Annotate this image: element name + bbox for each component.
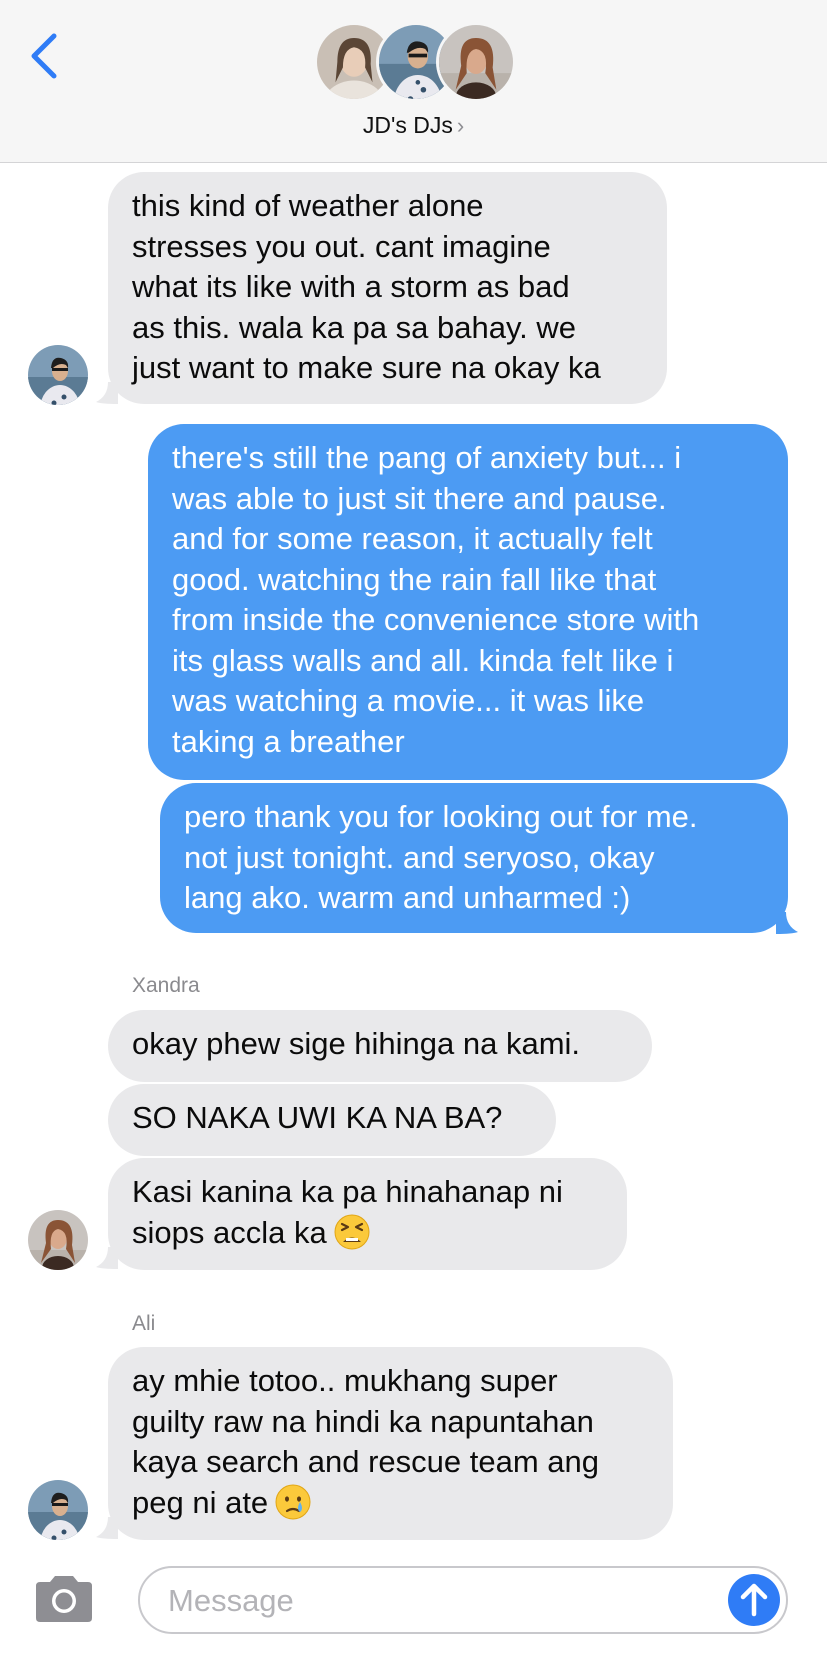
message-line: as this. wala ka pa sa bahay. we [132, 309, 577, 345]
avatar[interactable] [28, 1210, 88, 1270]
sender-name: Ali [132, 1312, 156, 1335]
message-line: ay mhie totoo.. mukhang super [132, 1363, 558, 1398]
camera-icon [36, 1576, 92, 1622]
message-line: there's still the pang of anxiety but...… [172, 440, 682, 475]
message-input-container [138, 1566, 788, 1634]
message-line: pero thank you for looking out for me. [184, 799, 698, 834]
message-bubble[interactable]: ay mhie totoo.. mukhang super guilty raw… [108, 1347, 673, 1540]
message-line: its glass walls and all. kinda felt like… [172, 642, 674, 678]
message-line: taking a breather [172, 723, 405, 759]
message-bubble[interactable]: okay phew sige hihinga na kami. [108, 1010, 652, 1082]
message-line: just want to make sure na okay ka [132, 350, 601, 385]
group-name-link[interactable]: JD's DJs › [0, 112, 827, 139]
message-line: lang ako. warm and unharmed :) [184, 880, 631, 915]
message-line: good. watching the rain fall like that [172, 561, 657, 597]
avatar[interactable] [28, 1480, 88, 1540]
arrow-up-icon [740, 1583, 768, 1617]
message-line-with-emoji: siops accla ka [132, 1213, 603, 1254]
message-line: siops accla ka [132, 1214, 327, 1250]
message-line: stresses you out. cant imagine [132, 228, 551, 264]
message-line: this kind of weather alone [132, 188, 484, 223]
message-input[interactable] [166, 1580, 690, 1622]
group-avatar-3[interactable] [436, 22, 516, 102]
message-line: not just tonight. and seryoso, okay [184, 839, 655, 875]
message-line-with-emoji: peg ni ate [132, 1483, 649, 1524]
conversation-header: JD's DJs › [0, 0, 827, 163]
message-bubble[interactable]: SO NAKA UWI KA NA BA? [108, 1084, 556, 1156]
camera-button[interactable] [32, 1574, 96, 1624]
message-bubble[interactable]: this kind of weather alone stresses you … [108, 172, 667, 404]
message-line: was watching a movie... it was like [172, 683, 645, 718]
chevron-left-icon [31, 33, 57, 79]
avatar[interactable] [28, 345, 88, 405]
chevron-right-icon: › [456, 113, 465, 138]
message-line: and for some reason, it actually felt [172, 521, 653, 556]
message-line: SO NAKA UWI KA NA BA? [132, 1100, 503, 1135]
send-button[interactable] [728, 1574, 780, 1626]
message-bubble[interactable]: there's still the pang of anxiety but...… [148, 424, 788, 780]
message-line: kaya search and rescue team ang [132, 1444, 599, 1479]
message-bubble[interactable]: pero thank you for looking out for me. n… [160, 783, 788, 933]
message-line: Kasi kanina ka pa hinahanap ni [132, 1174, 563, 1209]
message-line: was able to just sit there and pause. [172, 480, 667, 516]
message-line: from inside the convenience store with [172, 602, 700, 637]
message-line: what its like with a storm as bad [132, 269, 570, 304]
crying-face-emoji [275, 1484, 311, 1519]
back-button[interactable] [26, 28, 66, 84]
group-name: JD's DJs [362, 112, 453, 138]
message-bubble[interactable]: Kasi kanina ka pa hinahanap ni siops acc… [108, 1158, 627, 1270]
message-line: guilty raw na hindi ka napuntahan [132, 1403, 594, 1439]
message-line: okay phew sige hihinga na kami. [132, 1026, 581, 1061]
tired-face-emoji [334, 1214, 370, 1249]
sender-name: Xandra [132, 974, 200, 997]
message-line: peg ni ate [132, 1484, 269, 1520]
